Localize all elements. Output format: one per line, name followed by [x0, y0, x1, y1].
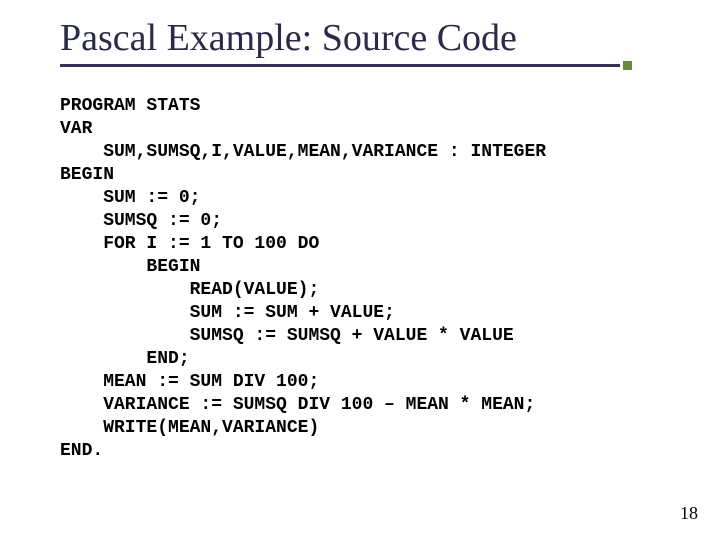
code-line: SUMSQ := SUMSQ + VALUE * VALUE [60, 326, 514, 346]
code-line: SUM := SUM + VALUE; [60, 303, 395, 323]
code-line: END; [60, 349, 190, 369]
code-line: MEAN := SUM DIV 100; [60, 372, 319, 392]
code-line: SUM := 0; [60, 188, 200, 208]
code-line: VARIANCE := SUMSQ DIV 100 – MEAN * MEAN; [60, 395, 535, 415]
slide-title: Pascal Example: Source Code [60, 18, 680, 60]
code-line: SUM,SUMSQ,I,VALUE,MEAN,VARIANCE : INTEGE… [60, 142, 546, 162]
code-line: READ(VALUE); [60, 280, 319, 300]
slide: Pascal Example: Source Code PROGRAM STAT… [0, 0, 720, 540]
code-line: BEGIN [60, 165, 114, 185]
code-line: VAR [60, 119, 92, 139]
title-underline [60, 64, 620, 67]
code-line: PROGRAM STATS [60, 96, 200, 116]
code-line: END. [60, 441, 103, 461]
code-line: BEGIN [60, 257, 200, 277]
code-line: FOR I := 1 TO 100 DO [60, 234, 319, 254]
page-number: 18 [680, 503, 698, 524]
code-line: WRITE(MEAN,VARIANCE) [60, 418, 319, 438]
code-block: PROGRAM STATS VAR SUM,SUMSQ,I,VALUE,MEAN… [60, 95, 680, 464]
code-line: SUMSQ := 0; [60, 211, 222, 231]
